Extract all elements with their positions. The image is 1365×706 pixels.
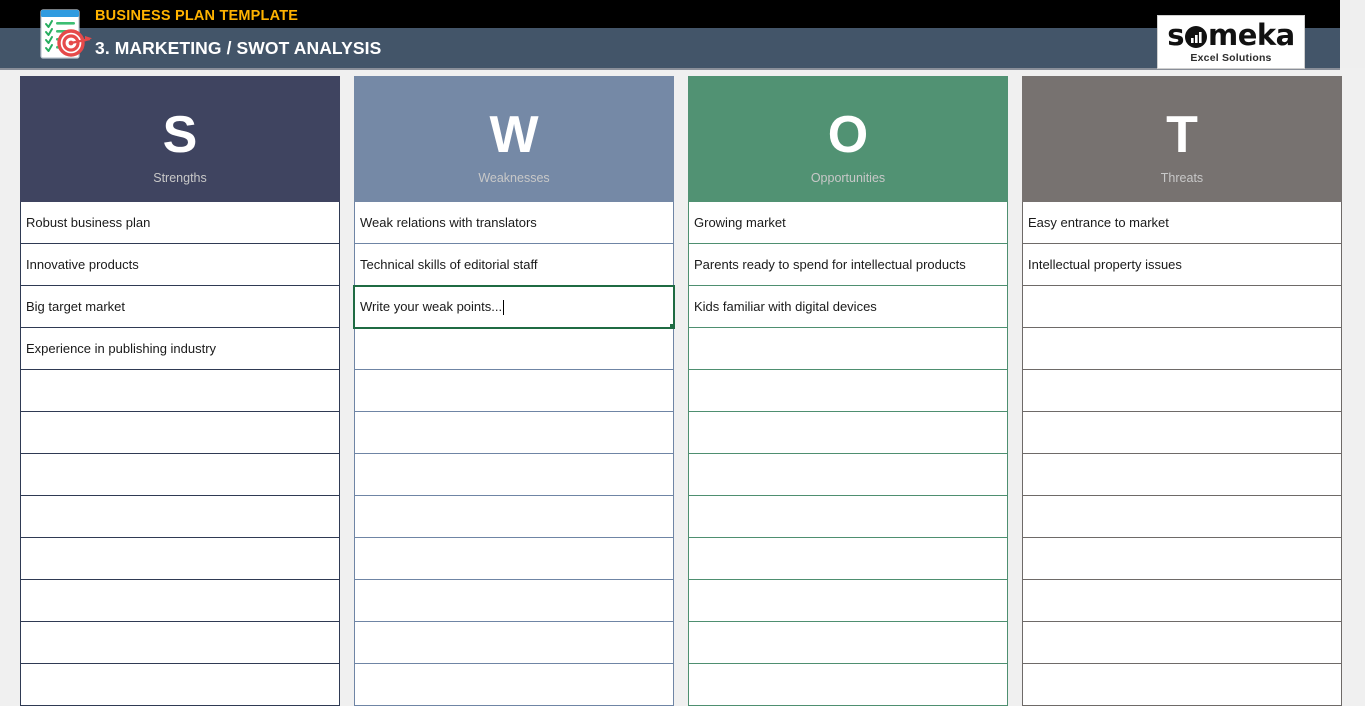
swot-cell[interactable] xyxy=(1022,538,1342,580)
swot-cell-text: Easy entrance to market xyxy=(1028,215,1169,230)
swot-cell-text: Write your weak points... xyxy=(360,299,503,314)
swot-cell[interactable]: Write your weak points... xyxy=(353,285,675,329)
swot-cell[interactable]: Innovative products xyxy=(20,244,340,286)
logo-text-part-2: meka xyxy=(1208,17,1295,52)
column-header-opportunities: O Opportunities xyxy=(688,76,1008,202)
banner-right-filler-bottom xyxy=(1340,28,1365,68)
swot-cell[interactable]: Weak relations with translators xyxy=(354,202,674,244)
swot-cell[interactable] xyxy=(20,454,340,496)
swot-cell-text: Weak relations with translators xyxy=(360,215,537,230)
swot-cell-text: Innovative products xyxy=(26,257,139,272)
swot-column-opportunities: O Opportunities Growing market Parents read… xyxy=(688,76,1008,706)
swot-cell[interactable] xyxy=(20,412,340,454)
logo-tagline: Excel Solutions xyxy=(1190,51,1272,64)
swot-cell[interactable] xyxy=(688,580,1008,622)
template-label: BUSINESS PLAN TEMPLATE xyxy=(95,8,299,24)
swot-grid: S Strengths Robust business plan Innovative… xyxy=(0,70,1365,706)
swot-cell[interactable]: Parents ready to spend for intellectual … xyxy=(688,244,1008,286)
column-header-strengths: S Strengths xyxy=(20,76,340,202)
checklist-target-icon xyxy=(33,6,95,64)
app-banner: BUSINESS PLAN TEMPLATE 3. MARKETING / SW… xyxy=(0,0,1365,70)
swot-cell[interactable] xyxy=(1022,622,1342,664)
swot-cell[interactable] xyxy=(1022,328,1342,370)
swot-cell[interactable] xyxy=(688,370,1008,412)
swot-cell[interactable] xyxy=(354,370,674,412)
swot-cell[interactable]: Technical skills of editorial staff xyxy=(354,244,674,286)
swot-cell[interactable] xyxy=(354,538,674,580)
column-name-opportunities: Opportunities xyxy=(810,171,886,185)
column-letter-strengths: S xyxy=(162,106,198,164)
swot-cell[interactable] xyxy=(354,328,674,370)
swot-cell[interactable]: Robust business plan xyxy=(20,202,340,244)
swot-cell[interactable] xyxy=(688,622,1008,664)
swot-cell[interactable] xyxy=(1022,496,1342,538)
swot-cell[interactable] xyxy=(20,538,340,580)
swot-cell[interactable] xyxy=(20,370,340,412)
swot-cell[interactable]: Kids familiar with digital devices xyxy=(688,286,1008,328)
swot-cell[interactable] xyxy=(688,538,1008,580)
column-letter-threats: T xyxy=(1166,106,1198,164)
swot-cell[interactable] xyxy=(354,454,674,496)
swot-cell[interactable] xyxy=(1022,580,1342,622)
text-cursor xyxy=(503,300,505,315)
column-name-weaknesses: Weaknesses xyxy=(478,171,550,185)
swot-cell[interactable]: Intellectual property issues xyxy=(1022,244,1342,286)
column-header-weaknesses: W Weaknesses xyxy=(354,76,674,202)
swot-column-weaknesses: W Weaknesses Weak relations with translato… xyxy=(353,76,675,706)
swot-column-threats: T Threats Easy entrance to market Intellect… xyxy=(1022,76,1342,706)
someka-logo: s meka Excel Solutions xyxy=(1157,15,1305,69)
swot-cell[interactable] xyxy=(688,412,1008,454)
column-name-threats: Threats xyxy=(1160,171,1204,185)
swot-cell[interactable] xyxy=(20,622,340,664)
swot-column-strengths: S Strengths Robust business plan Innovative… xyxy=(20,76,340,706)
page-title: 3. MARKETING / SWOT ANALYSIS xyxy=(95,38,382,58)
swot-cell-text: Growing market xyxy=(694,215,786,230)
swot-cell[interactable] xyxy=(354,580,674,622)
swot-cell[interactable]: Easy entrance to market xyxy=(1022,202,1342,244)
swot-cell[interactable] xyxy=(354,496,674,538)
logo-wordmark: s meka xyxy=(1167,17,1295,52)
swot-cell[interactable] xyxy=(1022,454,1342,496)
swot-cell-text: Kids familiar with digital devices xyxy=(694,299,877,314)
column-letter-weaknesses: W xyxy=(489,106,539,164)
fill-handle[interactable] xyxy=(670,324,673,327)
swot-cell[interactable]: Big target market xyxy=(20,286,340,328)
banner-right-filler-top xyxy=(1340,0,1365,28)
column-letter-opportunities: O xyxy=(827,106,869,164)
swot-cell[interactable] xyxy=(354,412,674,454)
swot-cell[interactable] xyxy=(688,496,1008,538)
column-name-strengths: Strengths xyxy=(153,171,207,185)
swot-cell-text: Parents ready to spend for intellectual … xyxy=(694,257,966,272)
swot-cell[interactable] xyxy=(688,454,1008,496)
swot-cell-text: Experience in publishing industry xyxy=(26,341,217,356)
swot-cell-text: Robust business plan xyxy=(26,215,151,230)
swot-cell[interactable] xyxy=(1022,286,1342,328)
swot-cell[interactable] xyxy=(20,496,340,538)
swot-cell[interactable]: Growing market xyxy=(688,202,1008,244)
swot-cell[interactable] xyxy=(1022,412,1342,454)
logo-chart-o-icon xyxy=(1185,25,1207,48)
swot-cell[interactable] xyxy=(354,622,674,664)
swot-cell[interactable] xyxy=(20,580,340,622)
swot-cell-text: Technical skills of editorial staff xyxy=(360,257,538,272)
logo-text-part-1: s xyxy=(1167,17,1184,52)
column-header-threats: T Threats xyxy=(1022,76,1342,202)
swot-cell-text: Big target market xyxy=(26,299,125,314)
swot-cell[interactable]: Experience in publishing industry xyxy=(20,328,340,370)
swot-cell[interactable] xyxy=(1022,370,1342,412)
swot-cell-text: Intellectual property issues xyxy=(1028,257,1182,272)
swot-cell[interactable] xyxy=(688,328,1008,370)
